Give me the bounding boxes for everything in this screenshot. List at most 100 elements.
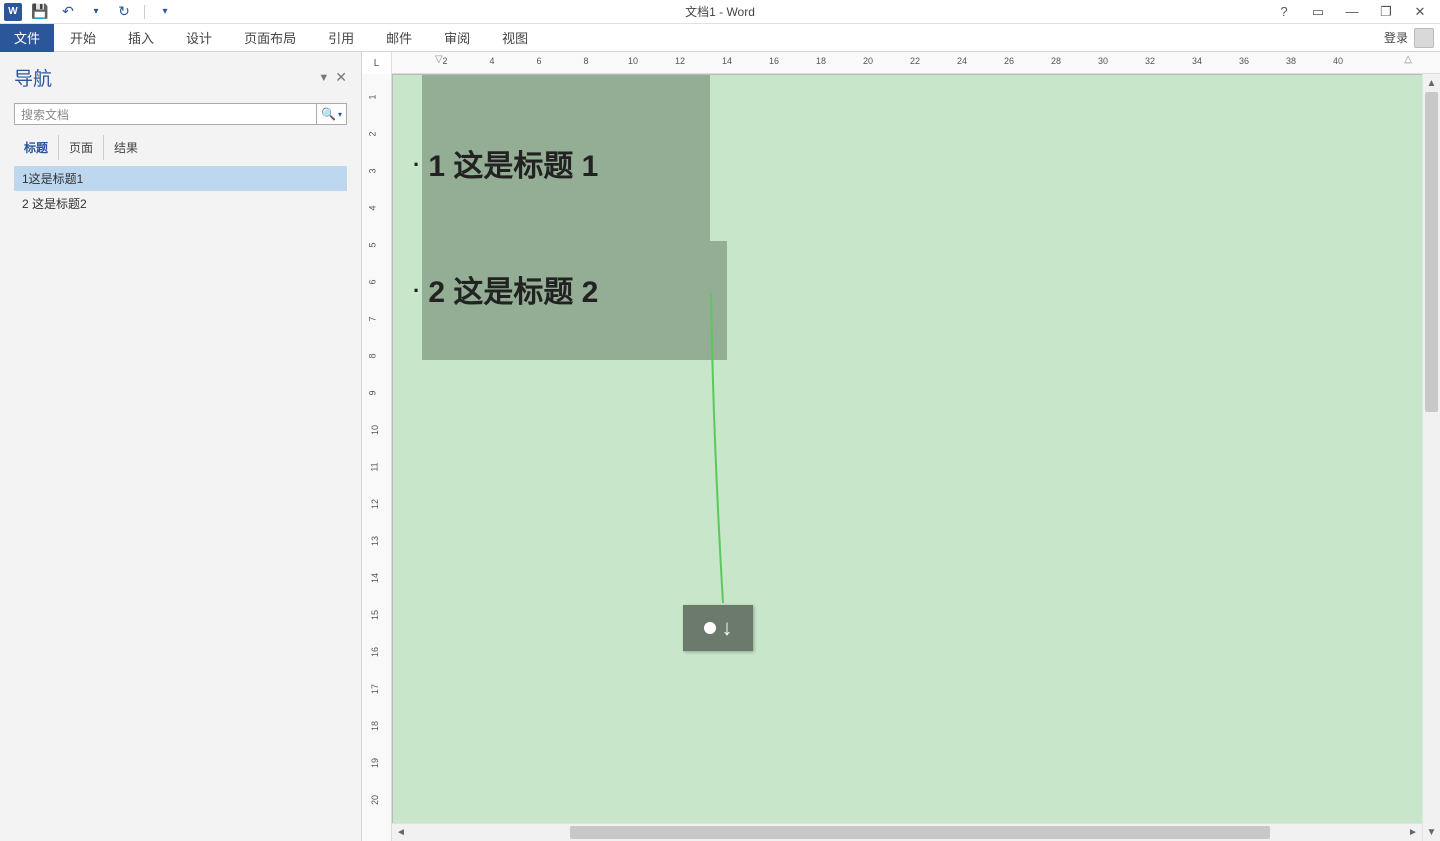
scroll-track-h[interactable] xyxy=(410,824,1404,841)
scroll-thumb-v[interactable] xyxy=(1425,92,1438,412)
ruler-tick-label: 8 xyxy=(583,56,588,66)
qat-separator xyxy=(144,5,145,19)
ruler-tick-label: 6 xyxy=(536,56,541,66)
ruler-tick-label: 34 xyxy=(1192,56,1202,66)
horizontal-ruler[interactable]: L ▽ △ 2468101214161820222426283032343638… xyxy=(362,52,1440,74)
drag-dot-icon xyxy=(704,622,716,634)
search-icon: 🔍 xyxy=(321,107,336,121)
user-avatar-icon[interactable] xyxy=(1414,28,1434,48)
vertical-ruler[interactable]: 1234567891011121314151617181920 xyxy=(362,74,392,841)
close-button[interactable]: ✕ xyxy=(1408,2,1432,22)
ruler-tick-label: 40 xyxy=(1333,56,1343,66)
scroll-right-button[interactable]: ► xyxy=(1404,824,1422,841)
ribbon-display-options-button[interactable]: ▭ xyxy=(1306,2,1330,22)
ruler-tick-label: 38 xyxy=(1286,56,1296,66)
ruler-ticks-h: ▽ △ 246810121416182022242628303234363840 xyxy=(392,52,1440,73)
page-viewport[interactable]: ·1 这是标题 1 · 2 这是标题 2 ↓ xyxy=(392,74,1440,841)
nav-close-button[interactable]: ✕ xyxy=(335,69,347,86)
nav-options-dropdown-icon[interactable]: ▼ xyxy=(318,72,329,84)
ruler-tick-label: 13 xyxy=(370,536,380,546)
tab-design[interactable]: 设计 xyxy=(170,24,228,52)
main-area: 导航 ▼ ✕ 搜索文档 🔍▾ 标题 页面 结果 1这是标题1 2 这是标题2 L… xyxy=(0,52,1440,841)
search-input[interactable]: 搜索文档 xyxy=(14,103,317,125)
heading-2-text: 2 这是标题 2 xyxy=(428,276,598,309)
ruler-tick-label: 30 xyxy=(1098,56,1108,66)
search-button[interactable]: 🔍▾ xyxy=(317,103,347,125)
ruler-tick-label: 12 xyxy=(675,56,685,66)
ruler-tick-label: 3 xyxy=(368,168,378,173)
heading-1-text: 1 这是标题 1 xyxy=(428,150,598,183)
ruler-tick-label: 18 xyxy=(370,721,380,731)
ruler-tick-label: 12 xyxy=(370,499,380,509)
ruler-tick-label: 14 xyxy=(370,573,380,583)
drag-arrow-icon: ↓ xyxy=(722,615,733,641)
right-indent-marker-icon[interactable]: △ xyxy=(1404,54,1412,65)
nav-header: 导航 ▼ ✕ xyxy=(0,52,361,99)
document-area: L ▽ △ 2468101214161820222426283032343638… xyxy=(362,52,1440,841)
ruler-tick-label: 17 xyxy=(370,684,380,694)
tab-home[interactable]: 开始 xyxy=(54,24,112,52)
text-selection-highlight xyxy=(710,241,727,360)
undo-button[interactable]: ↶ xyxy=(58,2,78,22)
scroll-up-button[interactable]: ▲ xyxy=(1423,74,1440,92)
qat-customize-icon[interactable]: ▾ xyxy=(155,2,175,22)
scroll-left-button[interactable]: ◄ xyxy=(392,824,410,841)
ruler-tick-label: 24 xyxy=(957,56,967,66)
document-page[interactable]: ·1 这是标题 1 · 2 这是标题 2 ↓ xyxy=(392,74,1426,841)
nav-tab-headings[interactable]: 标题 xyxy=(14,135,59,160)
minimize-button[interactable]: — xyxy=(1340,2,1364,22)
ruler-tick-label: 32 xyxy=(1145,56,1155,66)
scroll-down-button[interactable]: ▼ xyxy=(1423,823,1440,841)
scroll-thumb-h[interactable] xyxy=(570,826,1270,839)
ruler-tick-label: 20 xyxy=(370,795,380,805)
horizontal-scrollbar[interactable]: ◄ ► xyxy=(392,823,1422,841)
ruler-tick-label: 16 xyxy=(769,56,779,66)
ruler-tick-label: 9 xyxy=(368,390,378,395)
tab-file[interactable]: 文件 xyxy=(0,24,54,52)
ribbon-tabs: 文件 开始 插入 设计 页面布局 引用 邮件 审阅 视图 登录 xyxy=(0,24,1440,52)
ruler-tick-label: 14 xyxy=(722,56,732,66)
ruler-tick-label: 15 xyxy=(370,610,380,620)
redo-button[interactable]: ↻ xyxy=(114,2,134,22)
ruler-tick-label: 19 xyxy=(370,758,380,768)
ruler-tick-label: 2 xyxy=(442,56,447,66)
nav-tab-pages[interactable]: 页面 xyxy=(59,135,104,160)
save-button[interactable]: 💾 xyxy=(30,2,50,22)
tab-review[interactable]: 审阅 xyxy=(428,24,486,52)
nav-heading-item[interactable]: 2 这是标题2 xyxy=(14,191,347,216)
ruler-tick-label: 10 xyxy=(628,56,638,66)
ruler-tick-label: 20 xyxy=(863,56,873,66)
nav-tab-results[interactable]: 结果 xyxy=(104,135,148,160)
nav-title: 导航 xyxy=(14,64,318,91)
tab-view[interactable]: 视图 xyxy=(486,24,544,52)
ruler-tick-label: 18 xyxy=(816,56,826,66)
nav-heading-item[interactable]: 1这是标题1 xyxy=(14,166,347,191)
help-button[interactable]: ? xyxy=(1272,2,1296,22)
bullet-icon: · xyxy=(413,278,420,303)
login-link[interactable]: 登录 xyxy=(1384,29,1408,46)
heading-2[interactable]: · 2 这是标题 2 xyxy=(413,267,598,311)
drag-drop-indicator: ↓ xyxy=(683,605,753,651)
document-body: 1234567891011121314151617181920 ·1 这是标题 … xyxy=(362,74,1440,841)
tab-insert[interactable]: 插入 xyxy=(112,24,170,52)
window-controls: ? ▭ — ❐ ✕ xyxy=(1272,2,1440,22)
word-app-icon: W xyxy=(4,3,22,21)
ruler-tick-label: 16 xyxy=(370,647,380,657)
text-selection-highlight xyxy=(422,75,710,360)
undo-dropdown-icon[interactable]: ▾ xyxy=(86,2,106,22)
ruler-tab-selector[interactable]: L xyxy=(362,52,392,74)
window-title: 文档1 - Word xyxy=(685,3,755,20)
vertical-scrollbar[interactable]: ▲ ▼ xyxy=(1422,74,1440,841)
heading-1[interactable]: ·1 这是标题 1 xyxy=(413,141,598,185)
restore-button[interactable]: ❐ xyxy=(1374,2,1398,22)
title-bar: W 💾 ↶ ▾ ↻ ▾ 文档1 - Word ? ▭ — ❐ ✕ xyxy=(0,0,1440,24)
tab-references[interactable]: 引用 xyxy=(312,24,370,52)
tab-mailings[interactable]: 邮件 xyxy=(370,24,428,52)
qat: W 💾 ↶ ▾ ↻ ▾ xyxy=(0,2,175,22)
ruler-tick-label: 28 xyxy=(1051,56,1061,66)
ruler-tick-label: 4 xyxy=(368,205,378,210)
ruler-tick-label: 2 xyxy=(368,131,378,136)
ruler-tick-label: 7 xyxy=(368,316,378,321)
ruler-tick-label: 5 xyxy=(368,242,378,247)
tab-pagelayout[interactable]: 页面布局 xyxy=(228,24,312,52)
